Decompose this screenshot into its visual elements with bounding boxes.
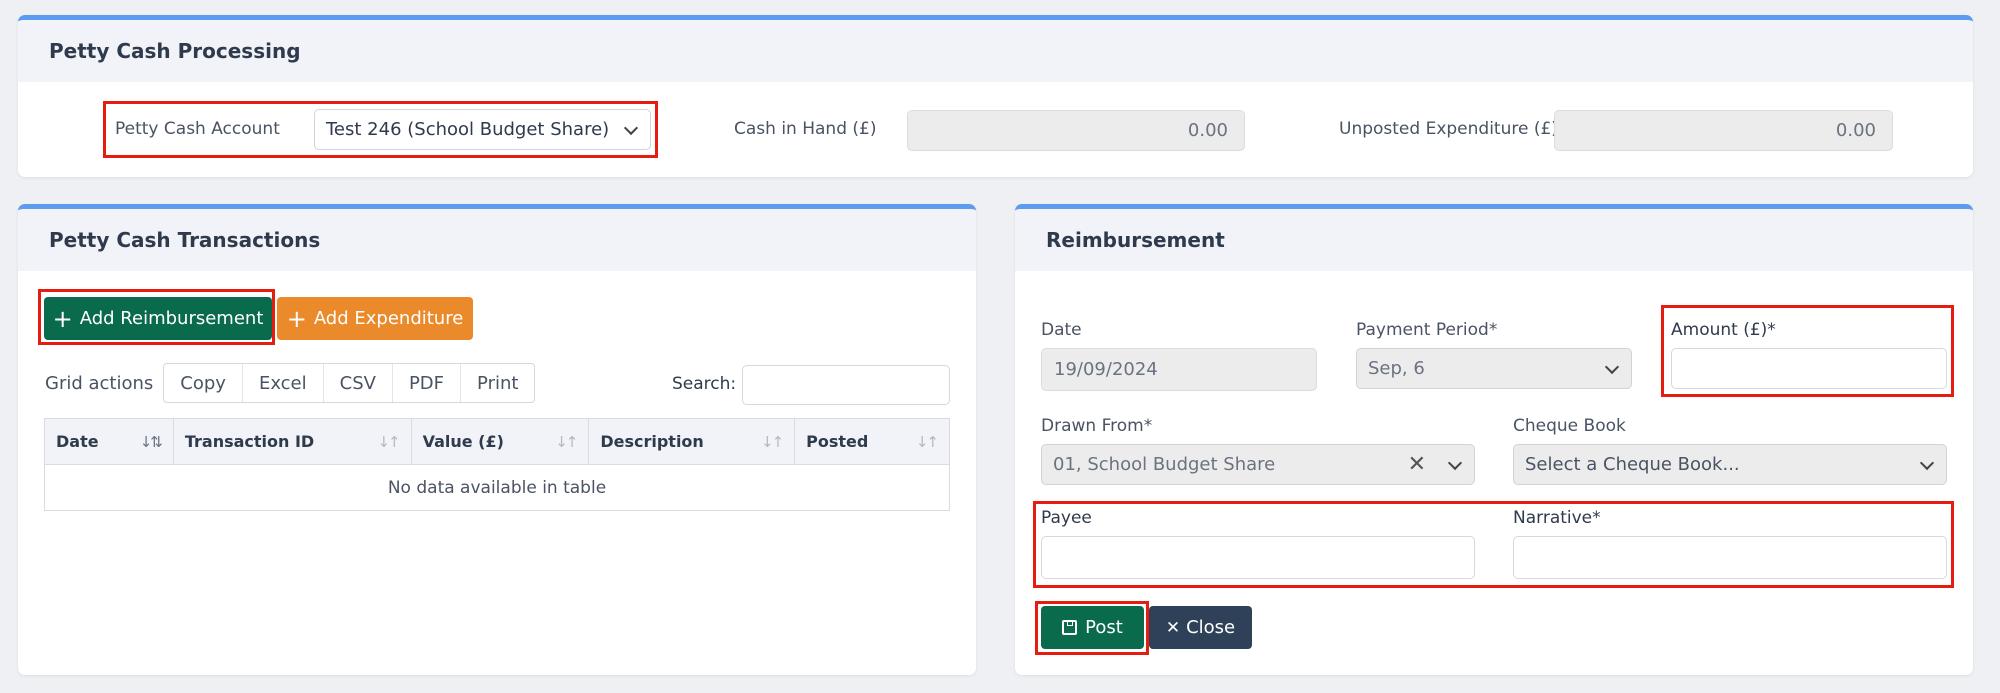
petty-cash-account-label: Petty Cash Account <box>115 119 280 139</box>
column-transaction-id-label: Transaction ID <box>184 432 315 451</box>
post-button[interactable]: Post <box>1041 606 1144 649</box>
table-row: No data available in table <box>44 464 950 511</box>
search-input[interactable] <box>742 365 950 405</box>
column-date-label: Date <box>56 432 99 451</box>
close-label: Close <box>1186 617 1236 638</box>
plus-icon: + <box>52 304 73 333</box>
grid-actions-buttons: Copy Excel CSV PDF Print <box>163 363 536 403</box>
close-button[interactable]: ✕ Close <box>1149 606 1252 649</box>
excel-button[interactable]: Excel <box>243 364 324 402</box>
pdf-button[interactable]: PDF <box>393 364 462 402</box>
chevron-down-icon <box>623 120 639 135</box>
unposted-expenditure-field: 0.00 <box>1554 110 1893 151</box>
column-header-date[interactable]: Date ↓⇅ <box>44 418 174 465</box>
grid-actions-label: Grid actions <box>45 372 154 394</box>
add-reimbursement-button[interactable]: + Add Reimbursement <box>44 297 272 340</box>
payment-period-value: Sep, 6 <box>1368 358 1425 379</box>
transactions-table: Date ↓⇅ Transaction ID ↓↑ Value (£) ↓↑ Desc… <box>44 418 950 511</box>
sort-icon: ↓↑ <box>761 433 784 451</box>
add-reimbursement-label: Add Reimbursement <box>79 308 264 329</box>
cheque-book-placeholder: Select a Cheque Book... <box>1525 454 1740 475</box>
date-field: 19/09/2024 <box>1041 348 1317 391</box>
sort-icon: ↓↑ <box>377 433 400 451</box>
column-value-label: Value (£) <box>422 432 504 451</box>
payee-label: Payee <box>1041 508 1092 528</box>
chevron-down-icon <box>1604 359 1620 374</box>
cash-in-hand-field: 0.00 <box>907 110 1245 151</box>
reimbursement-card-title: Reimbursement <box>1015 209 1973 271</box>
clear-icon[interactable]: ✕ <box>1408 452 1426 477</box>
sort-icon: ↓↑ <box>555 433 578 451</box>
csv-button[interactable]: CSV <box>324 364 393 402</box>
chevron-down-icon <box>1447 455 1463 470</box>
cheque-book-label: Cheque Book <box>1513 416 1626 436</box>
drawn-from-value: 01, School Budget Share <box>1053 454 1276 475</box>
transactions-card-title: Petty Cash Transactions <box>18 209 976 271</box>
processing-card-title: Petty Cash Processing <box>18 20 1973 82</box>
column-posted-label: Posted <box>806 432 869 451</box>
column-header-description[interactable]: Description ↓↑ <box>588 418 796 465</box>
cheque-book-select[interactable]: Select a Cheque Book... <box>1513 444 1947 485</box>
column-description-label: Description <box>600 432 704 451</box>
chevron-down-icon <box>1919 455 1935 470</box>
print-button[interactable]: Print <box>461 364 534 402</box>
reimbursement-card: Reimbursement <box>1015 204 1973 675</box>
sort-icon: ↓↑ <box>915 433 939 451</box>
post-label: Post <box>1085 617 1123 638</box>
petty-cash-processing-card: Petty Cash Processing <box>18 15 1973 177</box>
narrative-label: Narrative* <box>1513 508 1601 528</box>
column-header-value[interactable]: Value (£) ↓↑ <box>410 418 590 465</box>
sort-icon: ↓⇅ <box>139 433 163 451</box>
amount-input[interactable] <box>1671 348 1947 389</box>
plus-icon: + <box>286 304 307 333</box>
payee-input[interactable] <box>1041 536 1475 579</box>
cash-in-hand-label: Cash in Hand (£) <box>734 119 877 139</box>
add-expenditure-label: Add Expenditure <box>313 308 464 329</box>
column-header-transaction-id[interactable]: Transaction ID ↓↑ <box>172 418 412 465</box>
amount-label: Amount (£)* <box>1671 320 1776 340</box>
narrative-input[interactable] <box>1513 536 1947 579</box>
drawn-from-select[interactable]: 01, School Budget Share ✕ <box>1041 444 1475 485</box>
drawn-from-label: Drawn From* <box>1041 416 1153 436</box>
payment-period-select[interactable]: Sep, 6 <box>1356 348 1632 389</box>
column-header-posted[interactable]: Posted ↓↑ <box>794 418 950 465</box>
add-expenditure-button[interactable]: + Add Expenditure <box>277 297 473 340</box>
empty-table-message: No data available in table <box>44 464 950 511</box>
unposted-expenditure-label: Unposted Expenditure (£) <box>1339 119 1558 139</box>
date-label: Date <box>1041 320 1082 340</box>
close-icon: ✕ <box>1165 617 1181 638</box>
search-label: Search: <box>672 374 737 394</box>
save-icon <box>1062 620 1078 635</box>
petty-cash-account-value: Test 246 (School Budget Share) <box>326 119 610 140</box>
petty-cash-account-select[interactable]: Test 246 (School Budget Share) <box>314 109 651 150</box>
payment-period-label: Payment Period* <box>1356 320 1498 340</box>
grid-actions: Grid actions Copy Excel CSV PDF Print <box>45 363 536 403</box>
copy-button[interactable]: Copy <box>164 364 243 402</box>
